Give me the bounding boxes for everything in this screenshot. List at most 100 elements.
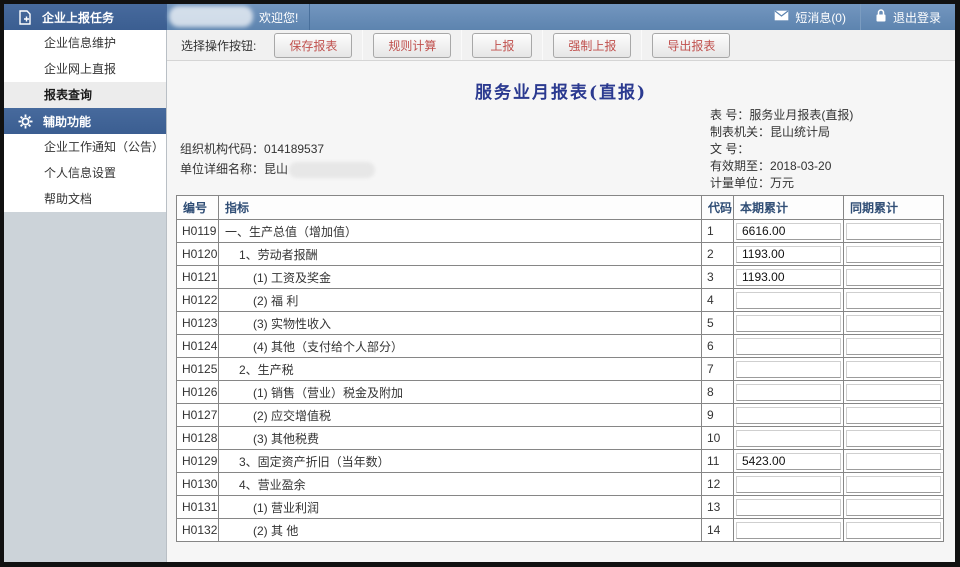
table-row: H0126(1) 销售（营业）税金及附加8 bbox=[177, 381, 944, 404]
current-period-input[interactable] bbox=[736, 338, 841, 355]
prior-period-input[interactable] bbox=[846, 476, 941, 493]
row-id-link[interactable]: H0132 bbox=[177, 519, 219, 542]
indicator-cell: (1) 营业利润 bbox=[219, 496, 702, 519]
prior-period-input[interactable] bbox=[846, 315, 941, 332]
current-period-cell bbox=[734, 427, 844, 450]
logout-button[interactable]: 退出登录 bbox=[861, 4, 955, 30]
current-period-input[interactable] bbox=[736, 522, 841, 539]
sidebar-item-0-0[interactable]: 企业信息维护 bbox=[4, 30, 166, 56]
meta-label: 制表机关： bbox=[710, 124, 770, 141]
top-bar: 企业上报任务 欢迎您! 短消息(0) 退出登录 bbox=[4, 4, 955, 30]
prior-period-cell bbox=[844, 427, 944, 450]
prior-period-input[interactable] bbox=[846, 246, 941, 263]
prior-period-cell bbox=[844, 358, 944, 381]
table-row: H0122(2) 福 利4 bbox=[177, 289, 944, 312]
current-period-input[interactable] bbox=[736, 223, 841, 240]
prior-period-input[interactable] bbox=[846, 522, 941, 539]
current-period-input[interactable] bbox=[736, 292, 841, 309]
submit-button[interactable]: 上报 bbox=[472, 33, 532, 58]
envelope-icon bbox=[774, 10, 789, 24]
report-title: 服务业月报表(直报) bbox=[176, 78, 946, 103]
row-id-link[interactable]: H0119 bbox=[177, 220, 219, 243]
prior-period-input[interactable] bbox=[846, 223, 941, 240]
report-table: 编号指标代码本期累计同期累计 H0119一、生产总值（增加值）1H01201、劳… bbox=[176, 195, 944, 542]
meta-line-1: 制表机关：昆山统计局 bbox=[710, 124, 853, 141]
username-redacted-blur bbox=[169, 6, 253, 27]
col-header-code: 代码 bbox=[702, 196, 734, 220]
current-period-input[interactable] bbox=[736, 430, 841, 447]
export-report-button[interactable]: 导出报表 bbox=[652, 33, 730, 58]
meta-line-4: 计量单位：万元 bbox=[710, 175, 853, 192]
table-row: H0128(3) 其他税费10 bbox=[177, 427, 944, 450]
current-period-input[interactable] bbox=[736, 384, 841, 401]
indicator-cell: (4) 其他（支付给个人部分） bbox=[219, 335, 702, 358]
table-row: H0124(4) 其他（支付给个人部分）6 bbox=[177, 335, 944, 358]
row-id-link[interactable]: H0128 bbox=[177, 427, 219, 450]
col-header-prior-period: 同期累计 bbox=[844, 196, 944, 220]
current-period-input[interactable] bbox=[736, 361, 841, 378]
prior-period-input[interactable] bbox=[846, 269, 941, 286]
sidebar-item-1-2[interactable]: 帮助文档 bbox=[4, 186, 166, 212]
topbar-divider bbox=[309, 4, 310, 30]
toolbar-separator bbox=[542, 30, 543, 60]
sidebar-section-report-tasks[interactable]: 企业上报任务 bbox=[4, 4, 167, 30]
rule-calc-button[interactable]: 规则计算 bbox=[373, 33, 451, 58]
welcome-text: 欢迎您! bbox=[259, 9, 298, 26]
sidebar-item-1-1[interactable]: 个人信息设置 bbox=[4, 160, 166, 186]
code-cell: 12 bbox=[702, 473, 734, 496]
logout-label: 退出登录 bbox=[893, 9, 941, 26]
row-id-link[interactable]: H0129 bbox=[177, 450, 219, 473]
toolbar-separator bbox=[461, 30, 462, 60]
action-toolbar: 选择操作按钮: 保存报表规则计算上报强制上报导出报表 bbox=[167, 30, 955, 61]
current-period-input[interactable] bbox=[736, 246, 841, 263]
toolbar-separator bbox=[362, 30, 363, 60]
code-cell: 8 bbox=[702, 381, 734, 404]
sidebar-section-aux-functions[interactable]: 辅助功能 bbox=[4, 108, 166, 134]
row-id-link[interactable]: H0124 bbox=[177, 335, 219, 358]
row-id-link[interactable]: H0131 bbox=[177, 496, 219, 519]
current-period-cell bbox=[734, 289, 844, 312]
row-id-link[interactable]: H0121 bbox=[177, 266, 219, 289]
prior-period-input[interactable] bbox=[846, 499, 941, 516]
org-code-line: 组织机构代码：014189537 bbox=[180, 139, 375, 159]
sidebar-item-0-1[interactable]: 企业网上直报 bbox=[4, 56, 166, 82]
row-id-link[interactable]: H0123 bbox=[177, 312, 219, 335]
code-cell: 3 bbox=[702, 266, 734, 289]
prior-period-cell bbox=[844, 450, 944, 473]
current-period-input[interactable] bbox=[736, 499, 841, 516]
prior-period-input[interactable] bbox=[846, 384, 941, 401]
save-report-button[interactable]: 保存报表 bbox=[274, 33, 352, 58]
prior-period-input[interactable] bbox=[846, 430, 941, 447]
row-id-link[interactable]: H0127 bbox=[177, 404, 219, 427]
table-row: H0119一、生产总值（增加值）1 bbox=[177, 220, 944, 243]
prior-period-input[interactable] bbox=[846, 453, 941, 470]
prior-period-cell bbox=[844, 473, 944, 496]
prior-period-cell bbox=[844, 519, 944, 542]
report-doc-icon bbox=[18, 10, 32, 25]
code-cell: 1 bbox=[702, 220, 734, 243]
current-period-input[interactable] bbox=[736, 453, 841, 470]
row-id-link[interactable]: H0122 bbox=[177, 289, 219, 312]
messages-button[interactable]: 短消息(0) bbox=[760, 4, 860, 30]
prior-period-input[interactable] bbox=[846, 338, 941, 355]
row-id-link[interactable]: H0126 bbox=[177, 381, 219, 404]
sidebar-item-1-0[interactable]: 企业工作通知（公告） bbox=[4, 134, 166, 160]
current-period-input[interactable] bbox=[736, 315, 841, 332]
table-row: H0121(1) 工资及奖金3 bbox=[177, 266, 944, 289]
row-id-link[interactable]: H0120 bbox=[177, 243, 219, 266]
force-submit-button[interactable]: 强制上报 bbox=[553, 33, 631, 58]
current-period-input[interactable] bbox=[736, 269, 841, 286]
meta-value: 2018-03-20 bbox=[770, 158, 831, 175]
prior-period-input[interactable] bbox=[846, 407, 941, 424]
current-period-input[interactable] bbox=[736, 407, 841, 424]
row-id-link[interactable]: H0125 bbox=[177, 358, 219, 381]
prior-period-input[interactable] bbox=[846, 361, 941, 378]
meta-label: 文 号： bbox=[710, 141, 749, 158]
code-cell: 5 bbox=[702, 312, 734, 335]
code-cell: 11 bbox=[702, 450, 734, 473]
current-period-input[interactable] bbox=[736, 476, 841, 493]
sidebar-item-0-2[interactable]: 报表查询 bbox=[4, 82, 166, 108]
messages-label: 短消息(0) bbox=[795, 9, 846, 26]
row-id-link[interactable]: H0130 bbox=[177, 473, 219, 496]
prior-period-input[interactable] bbox=[846, 292, 941, 309]
